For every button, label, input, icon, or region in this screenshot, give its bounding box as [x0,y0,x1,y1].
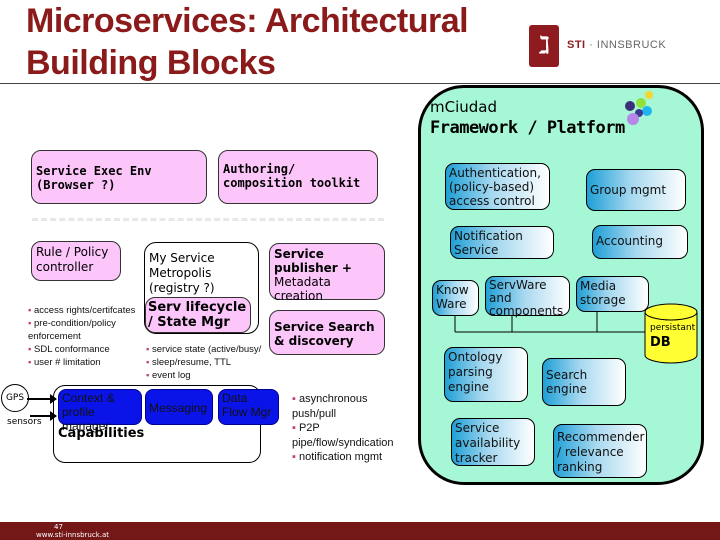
search-discovery-box: Service Search & discovery [269,310,385,355]
page-number: 47 [54,523,63,531]
lifecycle-box: Serv lifecycle / State Mgr [145,297,251,333]
group-mgmt-box: Group mgmt [586,169,686,211]
sensors-label: sensors [7,417,42,427]
logo-text: STI · INNSBRUCK [567,39,667,51]
rule-policy-box: Rule / Policy controller [31,241,121,281]
media-storage-box: Media storage [576,276,649,312]
dashed-separator [32,218,384,221]
bullet-item: ▪ event log [146,370,191,381]
messaging-bullets: ▪ asynchronous push/pull ▪ P2P pipe/flow… [292,392,412,465]
bullet-item: ▪ access rights/certifcates [28,305,136,316]
bullet-item: ▪ user # limitation [28,357,101,368]
header-divider [0,83,720,84]
bullet-item: ▪ notification mgmt [292,451,383,463]
publisher-box: Service publisher + Metadata creation [269,243,385,303]
recommender-box: Recommender / relevance ranking [553,424,647,478]
footer-bar: 47 www.sti-innsbruck.at [0,522,720,540]
bullet-item: ▪ pre-condition/policy enforcement [28,318,116,342]
metropolis-label: My Service Metropolis (registry ?) [149,251,215,295]
bullet-item: ▪ asynchronous push/pull [292,393,368,420]
messaging-box: Messaging [145,389,213,425]
footer-url[interactable]: www.sti-innsbruck.at [36,531,109,539]
bullet-item: ▪ SDL conformance [28,344,110,355]
lifecycle-bullets: ▪ service state (active/busy/ ▪ sleep/re… [146,343,276,382]
platform-subtitle: mCiudad [430,98,497,116]
slide-title: Microservices: Architectural Building Bl… [26,0,526,84]
rule-policy-bullets: ▪ access rights/certifcates ▪ pre-condit… [28,304,138,369]
platform-title: Framework / Platform [430,118,625,138]
auth-box: Authentication, (policy-based) access co… [445,163,550,210]
title-line-1: Microservices: Architectural [26,2,469,40]
dataflow-box: Data Flow Mgr [218,389,279,425]
exec-env-box: Service Exec Env (Browser ?) [31,150,207,204]
persistent-db-cylinder [644,303,698,364]
sti-logo-icon: ℷ [529,25,559,67]
mciudad-logo-icon [625,91,653,125]
capabilities-label: Capabilities [58,426,145,441]
publisher-subtitle: Metadata creation [274,275,331,303]
notification-box: Notification Service [450,226,554,259]
context-manager-box: Context & profile manager [58,389,142,433]
bullet-item: ▪ P2P pipe/flow/syndication [292,422,394,449]
publisher-title: Service publisher + [274,247,352,275]
search-engine-box: Search engine [542,358,626,406]
storage-bus-lines [454,312,649,333]
authoring-box: Authoring/ composition toolkit [218,150,378,204]
db-label-small: persistant [650,323,696,333]
ontology-box: Ontology parsing engine [444,347,528,402]
bullet-item: ▪ service state (active/busy/ [146,344,262,355]
db-label-big: DB [650,335,671,350]
gps-circle: GPS [1,384,29,412]
gps-arrow-icon [27,394,57,404]
availability-tracker-box: Service availability tracker [451,418,535,466]
accounting-box: Accounting [592,225,688,259]
title-line-2: Building Blocks [26,44,276,82]
bullet-item: ▪ sleep/resume, TTL [146,357,232,368]
